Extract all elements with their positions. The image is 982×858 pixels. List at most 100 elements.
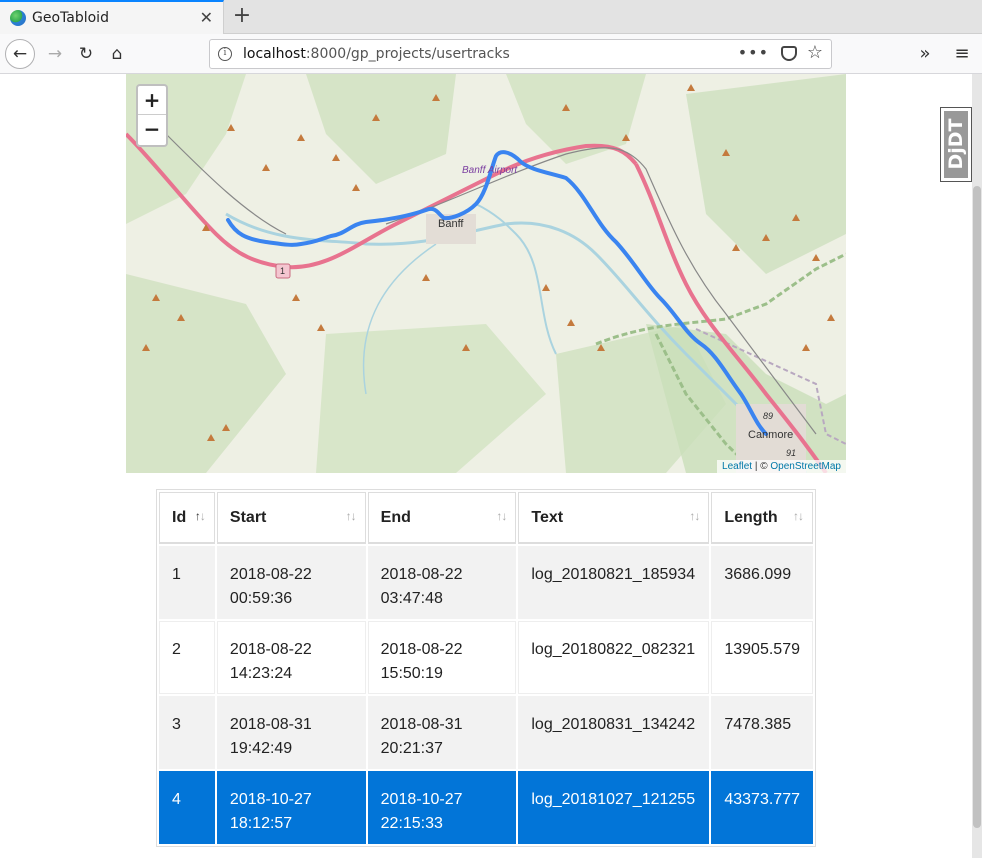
cell-text: log_20180821_185934 (518, 546, 710, 619)
column-header-end[interactable]: End ↑↓ (367, 492, 517, 544)
banff-label: Banff (438, 218, 464, 230)
end-time: 15:50:19 (380, 665, 443, 682)
sort-icon: ↑↓ (689, 509, 700, 523)
zoom-out-button[interactable]: − (138, 115, 166, 144)
start-date: 2018-10-27 (229, 791, 312, 808)
end-time: 22:15:33 (380, 815, 443, 832)
map[interactable]: 1 Banff Banff Airport Canmore 89 91 + − … (126, 74, 846, 473)
scrollbar-thumb[interactable] (973, 186, 981, 828)
column-header-start[interactable]: Start ↑↓ (216, 492, 366, 544)
cell-id: 3 (159, 696, 215, 769)
vertical-scrollbar[interactable] (972, 74, 982, 858)
new-tab-icon[interactable]: + (230, 3, 254, 28)
column-header-length[interactable]: Length ↑↓ (711, 492, 813, 544)
tab-geotabloid[interactable]: GeoTabloid ✕ (0, 0, 224, 34)
page-actions-icon[interactable]: ••• (738, 43, 769, 62)
column-header-label: End (380, 508, 411, 526)
column-header-label: Text (531, 508, 564, 526)
hamburger-menu-icon[interactable]: ≡ (950, 39, 974, 69)
url-path: :8000/gp_projects/usertracks (305, 46, 510, 62)
end-date: 2018-08-22 (380, 641, 463, 658)
cell-length: 7478.385 (711, 696, 813, 769)
nav-bar: ← → ↻ ⌂ i localhost:8000/gp_projects/use… (0, 34, 982, 74)
cell-start: 2018-08-22 14:23:24 (216, 621, 366, 694)
end-time: 20:21:37 (380, 740, 443, 757)
start-date: 2018-08-31 (229, 716, 312, 733)
zoom-in-button[interactable]: + (138, 86, 166, 115)
table-row[interactable]: 2 2018-08-22 14:23:24 2018-08-22 15:50:19 … (159, 621, 813, 694)
attribution-separator: | © (752, 461, 771, 472)
forward-arrow-icon[interactable]: → (40, 39, 70, 69)
start-date: 2018-08-22 (229, 566, 312, 583)
globe-favicon-icon (10, 10, 26, 26)
column-header-id[interactable]: Id ↑↓ (159, 492, 215, 544)
cell-id: 1 (159, 546, 215, 619)
tracks-table-container: Id ↑↓ Start ↑↓ End ↑↓ Text ↑↓ Length ↑↓ 1 201… (156, 489, 816, 847)
sort-icon: ↑↓ (345, 509, 357, 523)
canmore-label: Canmore (748, 429, 794, 441)
pocket-icon[interactable] (781, 46, 797, 61)
page-viewport: 1 Banff Banff Airport Canmore 89 91 + − … (0, 74, 982, 858)
sort-icon: ↑↓ (793, 509, 804, 523)
reload-icon[interactable]: ↻ (71, 39, 101, 69)
back-arrow-icon[interactable]: ← (5, 39, 35, 69)
cell-length: 43373.777 (711, 771, 813, 844)
cell-text: log_20180831_134242 (518, 696, 710, 769)
route-89-label: 89 (763, 411, 774, 421)
table-row[interactable]: 3 2018-08-31 19:42:49 2018-08-31 20:21:37 … (159, 696, 813, 769)
cell-end: 2018-08-22 15:50:19 (367, 621, 517, 694)
djdt-label: DjDT (945, 118, 967, 170)
end-date: 2018-08-22 (380, 566, 463, 583)
cell-end: 2018-10-27 22:15:33 (367, 771, 517, 844)
table-header-row: Id ↑↓ Start ↑↓ End ↑↓ Text ↑↓ Length ↑↓ (159, 492, 813, 544)
tab-title: GeoTabloid (32, 10, 109, 26)
cell-start: 2018-08-31 19:42:49 (216, 696, 366, 769)
cell-length: 3686.099 (711, 546, 813, 619)
highway-1-label: 1 (280, 266, 286, 276)
column-header-text[interactable]: Text ↑↓ (518, 492, 710, 544)
bookmark-star-icon[interactable]: ☆ (807, 42, 823, 63)
map-tiles (126, 74, 846, 473)
django-debug-toolbar-handle[interactable]: DjDT (940, 107, 972, 182)
end-date: 2018-08-31 (380, 716, 463, 733)
cell-id: 4 (159, 771, 215, 844)
end-date: 2018-10-27 (380, 791, 463, 808)
openstreetmap-link[interactable]: OpenStreetMap (770, 461, 841, 472)
cell-text: log_20181027_121255 (518, 771, 710, 844)
leaflet-link[interactable]: Leaflet (722, 461, 752, 472)
start-time: 00:59:36 (229, 590, 293, 607)
overflow-chevron-icon[interactable]: » (913, 39, 937, 69)
home-icon[interactable]: ⌂ (102, 39, 132, 69)
sort-icon: ↑↓ (496, 509, 507, 523)
cell-end: 2018-08-22 03:47:48 (367, 546, 517, 619)
url-text[interactable]: localhost:8000/gp_projects/usertracks (243, 46, 510, 62)
info-icon[interactable]: i (218, 47, 232, 61)
map-attribution: Leaflet | © OpenStreetMap (717, 460, 846, 473)
cell-start: 2018-08-22 00:59:36 (216, 546, 366, 619)
column-header-label: Id (172, 508, 187, 526)
sort-icon: ↑↓ (194, 509, 206, 523)
cell-text: log_20180822_082321 (518, 621, 710, 694)
cell-start: 2018-10-27 18:12:57 (216, 771, 366, 844)
close-tab-icon[interactable]: ✕ (200, 8, 213, 27)
start-time: 14:23:24 (229, 665, 293, 682)
url-bar[interactable]: i localhost:8000/gp_projects/usertracks … (209, 39, 832, 69)
cell-id: 2 (159, 621, 215, 694)
route-91-label: 91 (786, 448, 797, 458)
zoom-control: + − (136, 84, 168, 147)
tracks-table: Id ↑↓ Start ↑↓ End ↑↓ Text ↑↓ Length ↑↓ 1 201… (157, 490, 815, 846)
start-time: 18:12:57 (229, 815, 293, 832)
start-time: 19:42:49 (229, 740, 293, 757)
cell-end: 2018-08-31 20:21:37 (367, 696, 517, 769)
url-host: localhost (243, 46, 306, 62)
tab-bar: GeoTabloid ✕ + (0, 0, 982, 34)
column-header-label: Start (229, 508, 267, 526)
djdt-button[interactable]: DjDT (944, 111, 968, 178)
table-row-selected[interactable]: 4 2018-10-27 18:12:57 2018-10-27 22:15:33 … (159, 771, 813, 844)
end-time: 03:47:48 (380, 590, 443, 607)
start-date: 2018-08-22 (229, 641, 312, 658)
cell-length: 13905.579 (711, 621, 813, 694)
table-row[interactable]: 1 2018-08-22 00:59:36 2018-08-22 03:47:48 … (159, 546, 813, 619)
banff-airport-label: Banff Airport (462, 165, 518, 176)
column-header-label: Length (724, 508, 778, 526)
